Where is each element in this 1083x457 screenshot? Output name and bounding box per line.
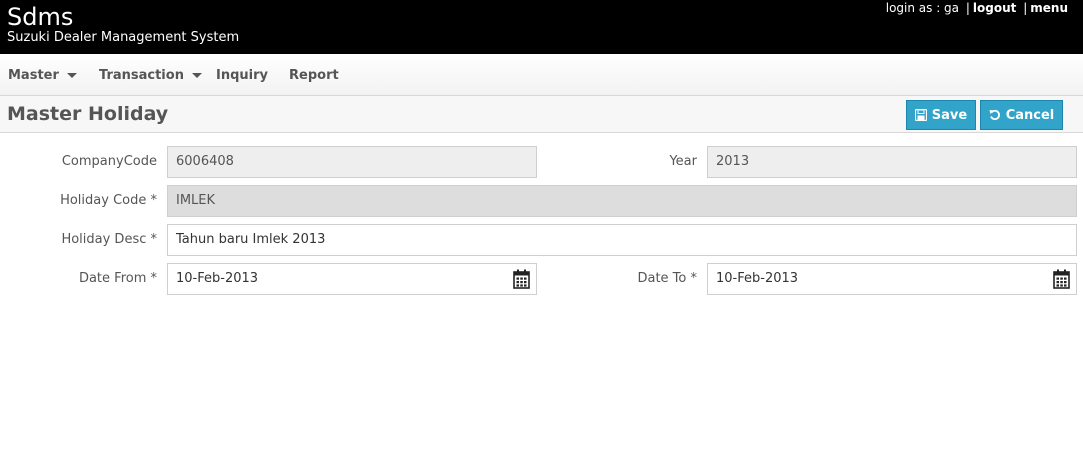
cancel-label: Cancel xyxy=(1005,107,1055,123)
calendar-icon[interactable] xyxy=(513,269,530,289)
caret-down-icon xyxy=(66,73,77,78)
save-button[interactable]: Save xyxy=(906,100,976,130)
cancel-button[interactable]: Cancel xyxy=(980,100,1063,130)
floppy-disk-icon xyxy=(914,109,927,121)
nav-item-transaction[interactable]: Transaction xyxy=(99,68,202,83)
app-header: Sdms Suzuki Dealer Management System log… xyxy=(0,0,1083,54)
app-title: Sdms xyxy=(7,3,74,31)
nav-item-label: Report xyxy=(289,68,339,83)
nav-item-report[interactable]: Report xyxy=(289,68,339,83)
holiday-code-field[interactable]: IMLEK xyxy=(167,185,1077,217)
date-to-value: 10-Feb-2013 xyxy=(716,271,799,286)
date-from-label: Date From * xyxy=(78,271,157,286)
date-from-value: 10-Feb-2013 xyxy=(176,271,259,286)
menu-link[interactable]: menu xyxy=(1030,1,1068,15)
separator: | xyxy=(1023,1,1028,15)
holiday-desc-input[interactable]: Tahun baru Imlek 2013 xyxy=(167,224,1077,256)
nav-bar: Master Transaction Inquiry Report xyxy=(0,54,1083,96)
nav-item-inquiry[interactable]: Inquiry xyxy=(216,68,268,83)
holiday-desc-label: Holiday Desc * xyxy=(61,232,157,247)
company-code-label: CompanyCode xyxy=(61,154,157,169)
login-info: login as : ga xyxy=(885,1,960,15)
year-label: Year xyxy=(669,154,697,169)
page-header: Master Holiday Save Cancel xyxy=(0,96,1083,133)
caret-down-icon xyxy=(191,73,202,78)
undo-icon xyxy=(989,109,1000,121)
nav-item-master[interactable]: Master xyxy=(8,68,77,83)
company-code-field[interactable]: 6006408 xyxy=(167,146,537,178)
nav-item-label: Master xyxy=(8,68,59,83)
logout-link[interactable]: logout xyxy=(973,1,1016,15)
user-bar: login as : ga | logout | menu xyxy=(886,0,1068,16)
app-subtitle: Suzuki Dealer Management System xyxy=(7,30,240,45)
calendar-icon[interactable] xyxy=(1053,269,1070,289)
nav-item-label: Inquiry xyxy=(216,68,268,83)
date-from-input[interactable]: 10-Feb-2013 xyxy=(167,263,537,295)
date-to-label: Date To * xyxy=(637,271,697,286)
nav-item-label: Transaction xyxy=(99,68,184,83)
holiday-code-label: Holiday Code * xyxy=(60,193,157,208)
year-field[interactable]: 2013 xyxy=(707,146,1077,178)
date-to-input[interactable]: 10-Feb-2013 xyxy=(707,263,1077,295)
save-label: Save xyxy=(931,107,968,123)
page-title: Master Holiday xyxy=(7,103,169,125)
separator: | xyxy=(965,1,970,15)
